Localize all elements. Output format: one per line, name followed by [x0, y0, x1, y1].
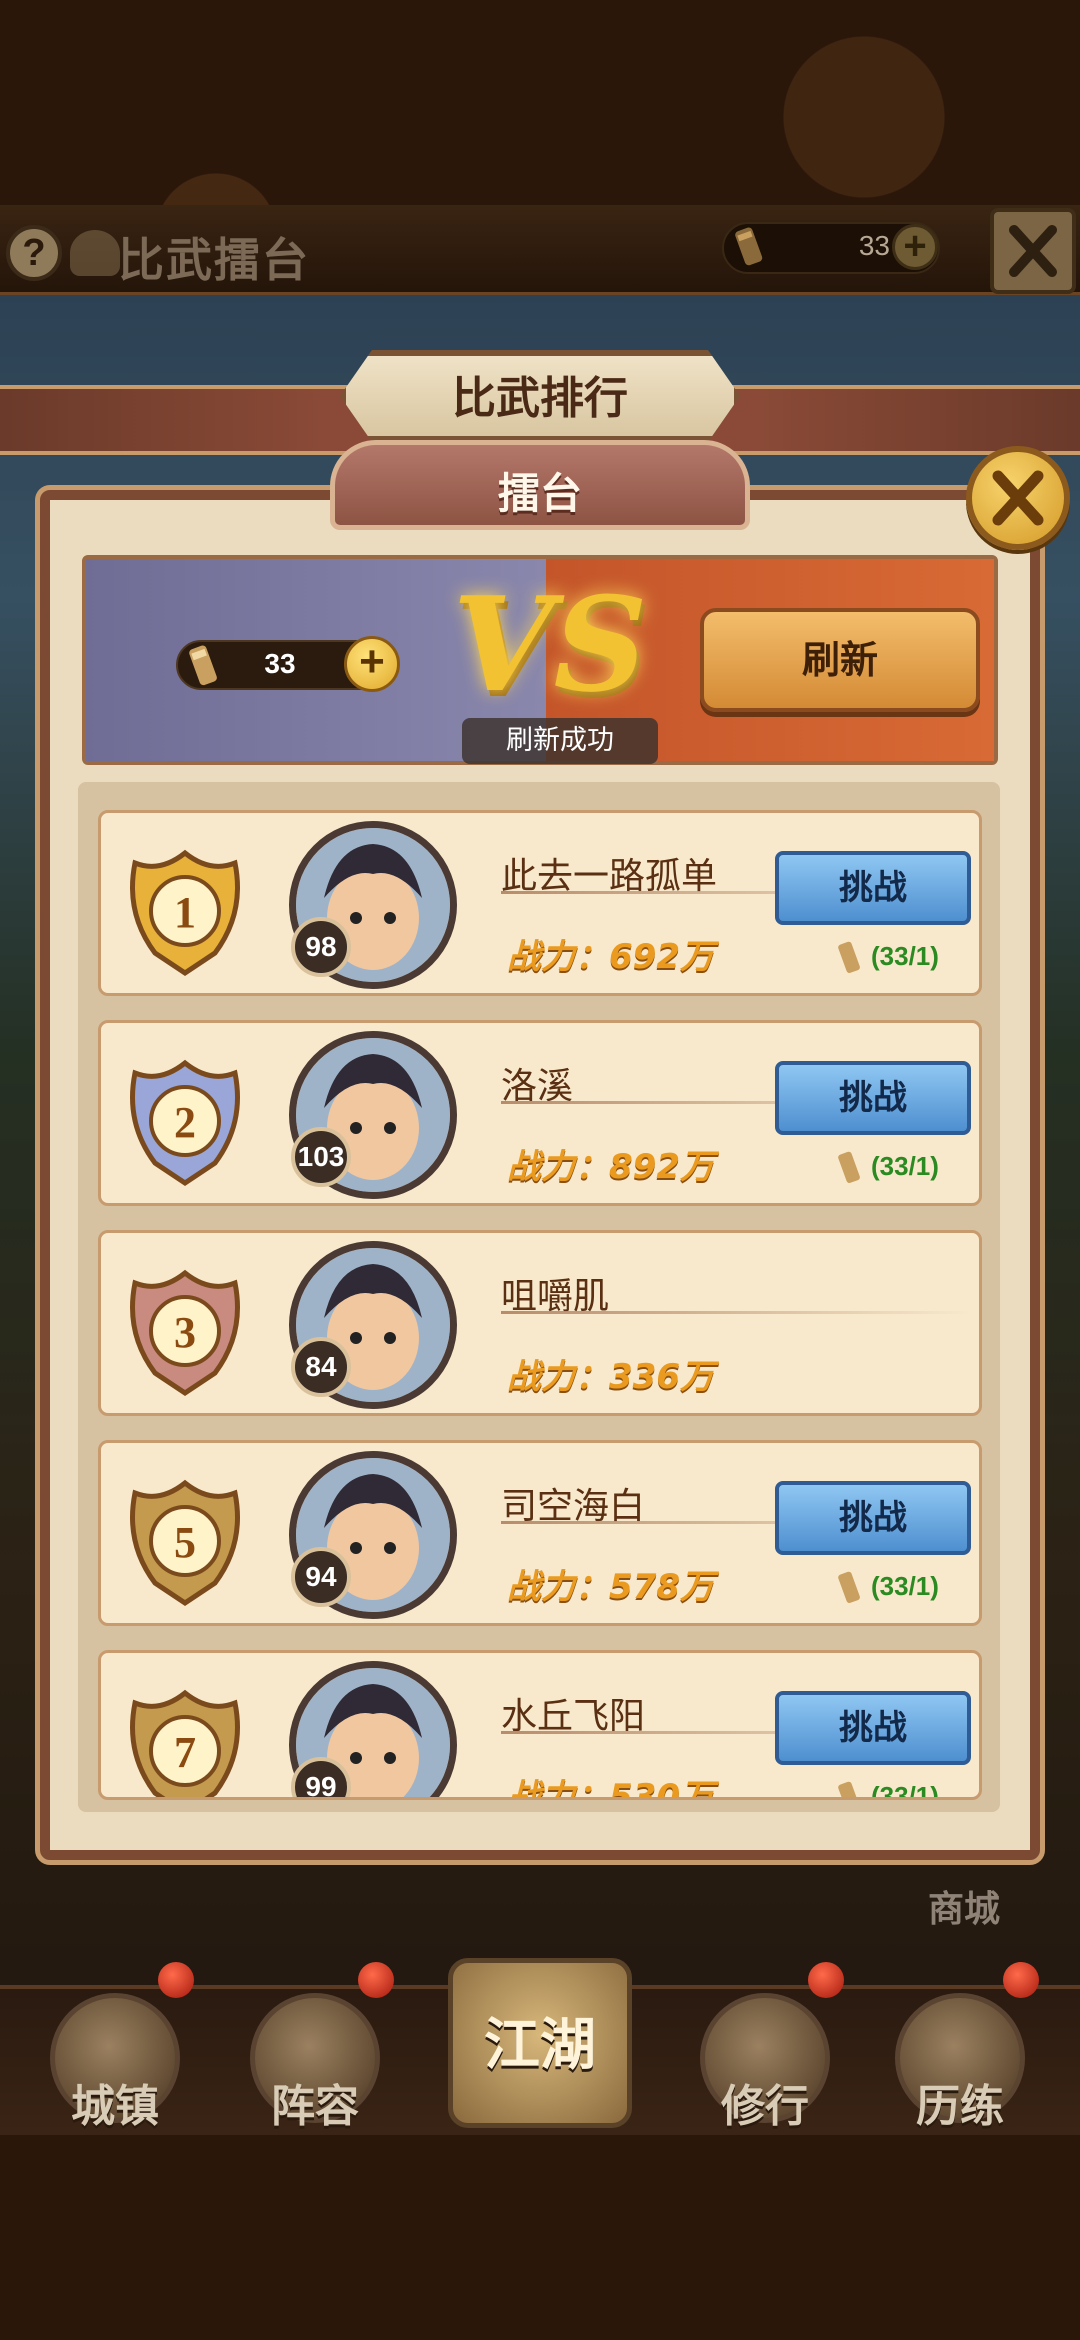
- opponent-row: 2 103 洛溪 战力：892万 挑战 (33/1): [98, 1020, 982, 1206]
- opponent-row: 3 84 咀嚼肌 战力：336万: [98, 1230, 982, 1416]
- nav-label: 历练: [916, 2081, 1004, 2132]
- refresh-button[interactable]: 刷新: [700, 608, 980, 712]
- nav-notification-dot: [808, 1962, 844, 1998]
- rank-badge-icon: 5: [130, 1479, 240, 1607]
- challenge-token-value: 33: [264, 648, 296, 679]
- close-icon: [1009, 225, 1057, 277]
- shop-label[interactable]: 商城: [928, 1880, 1000, 1932]
- challenge-cost: (33/1): [871, 941, 939, 971]
- challenge-cost: (33/1): [871, 1781, 939, 1800]
- nav-notification-dot: [358, 1962, 394, 1998]
- player-power: 战力：578万: [507, 1567, 714, 1607]
- player-power: 战力：692万: [507, 937, 714, 977]
- refresh-success-toast: 刷新成功: [462, 718, 658, 764]
- challenge-token-icon: [189, 645, 217, 686]
- challenge-token-icon: [735, 227, 763, 266]
- arena-title-icon: [70, 230, 120, 276]
- vs-emblem: VS: [452, 568, 648, 721]
- opponent-row: 1 98 此去一路孤单 战力：692万 挑战 (33/1): [98, 810, 982, 996]
- add-challenge-token-button[interactable]: +: [344, 636, 400, 692]
- close-button-top[interactable]: [990, 208, 1076, 294]
- player-level: 98: [291, 917, 351, 977]
- page-title: 比武擂台: [118, 233, 310, 287]
- close-icon: [992, 470, 1044, 526]
- resource-value-top: 33: [858, 230, 890, 261]
- player-level: 103: [291, 1127, 351, 1187]
- player-level: 94: [291, 1547, 351, 1607]
- close-panel-button[interactable]: [966, 446, 1070, 550]
- nav-label-jianghu: 江湖: [484, 2013, 596, 2078]
- challenge-token-icon: [838, 1151, 860, 1183]
- nav-label: 城镇: [71, 2081, 159, 2132]
- challenge-token-icon: [838, 941, 860, 973]
- challenge-button[interactable]: 挑战: [775, 1481, 971, 1555]
- name-underline: [501, 1311, 971, 1314]
- svg-text:5: 5: [174, 1518, 196, 1567]
- nav-notification-dot: [158, 1962, 194, 1998]
- svg-text:7: 7: [174, 1728, 196, 1777]
- player-level: 84: [291, 1337, 351, 1397]
- add-resource-button-top[interactable]: +: [892, 224, 938, 270]
- challenge-button[interactable]: 挑战: [775, 851, 971, 925]
- nav-label: 修行: [721, 2081, 809, 2132]
- challenge-cost: (33/1): [871, 1151, 939, 1181]
- svg-text:1: 1: [174, 888, 196, 937]
- challenge-button[interactable]: 挑战: [775, 1061, 971, 1135]
- challenge-cost: (33/1): [871, 1571, 939, 1601]
- rank-badge-icon: 3: [130, 1269, 240, 1397]
- opponent-row: 5 94 司空海白 战力：578万 挑战 (33/1): [98, 1440, 982, 1626]
- rank-badge-icon: 1: [130, 849, 240, 977]
- challenge-token-icon: [838, 1571, 860, 1603]
- player-power: 战力：892万: [507, 1147, 714, 1187]
- nav-notification-dot: [1003, 1962, 1039, 1998]
- player-power: 战力：530万: [507, 1777, 714, 1800]
- opponent-row: 7 99 水丘飞阳 战力：530万 挑战 (33/1): [98, 1650, 982, 1800]
- challenge-token-icon: [838, 1781, 860, 1797]
- svg-text:2: 2: [174, 1098, 196, 1147]
- svg-text:3: 3: [174, 1308, 196, 1357]
- rank-badge-icon: 7: [130, 1689, 240, 1797]
- player-power: 战力：336万: [507, 1357, 714, 1397]
- footer-background: [0, 2135, 1080, 2340]
- challenge-button[interactable]: 挑战: [775, 1691, 971, 1765]
- ranking-tab-label: 比武排行: [452, 373, 628, 424]
- rank-badge-icon: 2: [130, 1059, 240, 1187]
- arena-panel-tab-label: 擂台: [497, 469, 582, 518]
- help-button[interactable]: ?: [6, 225, 62, 281]
- nav-label: 阵容: [271, 2081, 359, 2132]
